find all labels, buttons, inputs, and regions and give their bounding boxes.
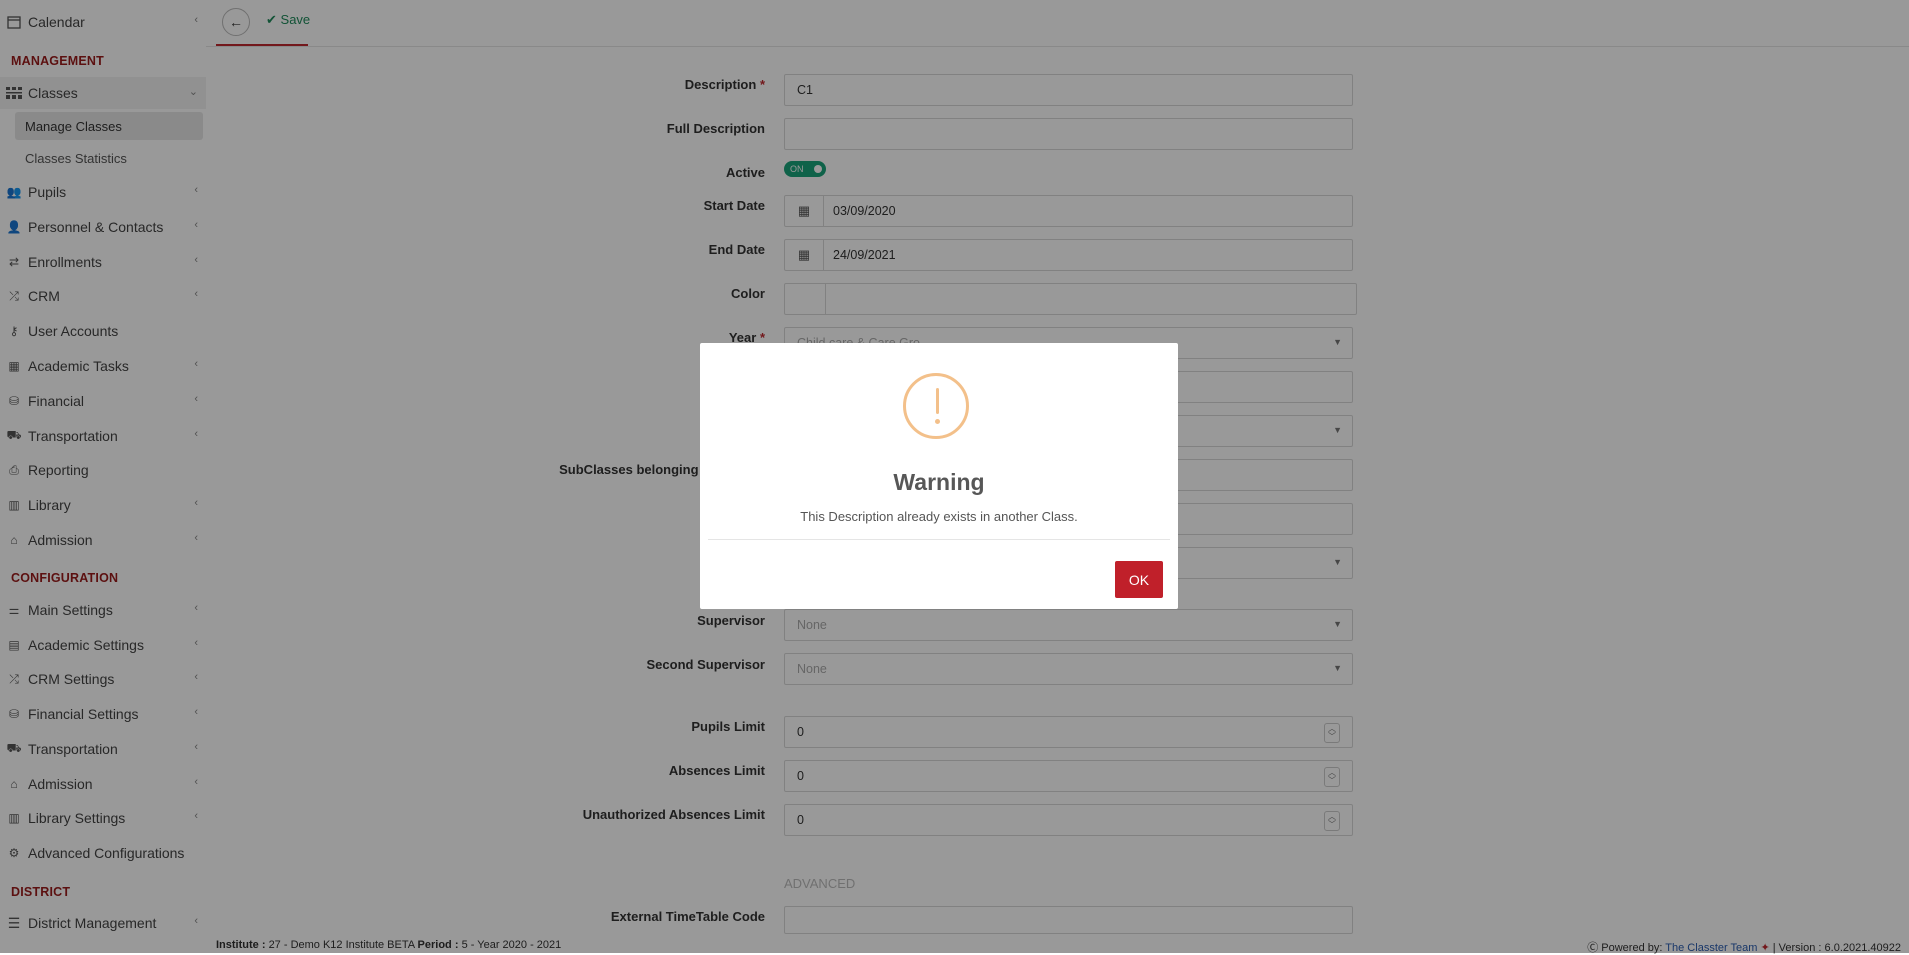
warning-dialog: Warning This Description already exists … [700,343,1178,609]
ok-button[interactable]: OK [1115,561,1163,598]
dialog-divider [708,539,1170,540]
dialog-message: This Description already exists in anoth… [800,509,1078,524]
warning-icon [903,373,969,439]
dialog-title: Warning [893,469,985,495]
